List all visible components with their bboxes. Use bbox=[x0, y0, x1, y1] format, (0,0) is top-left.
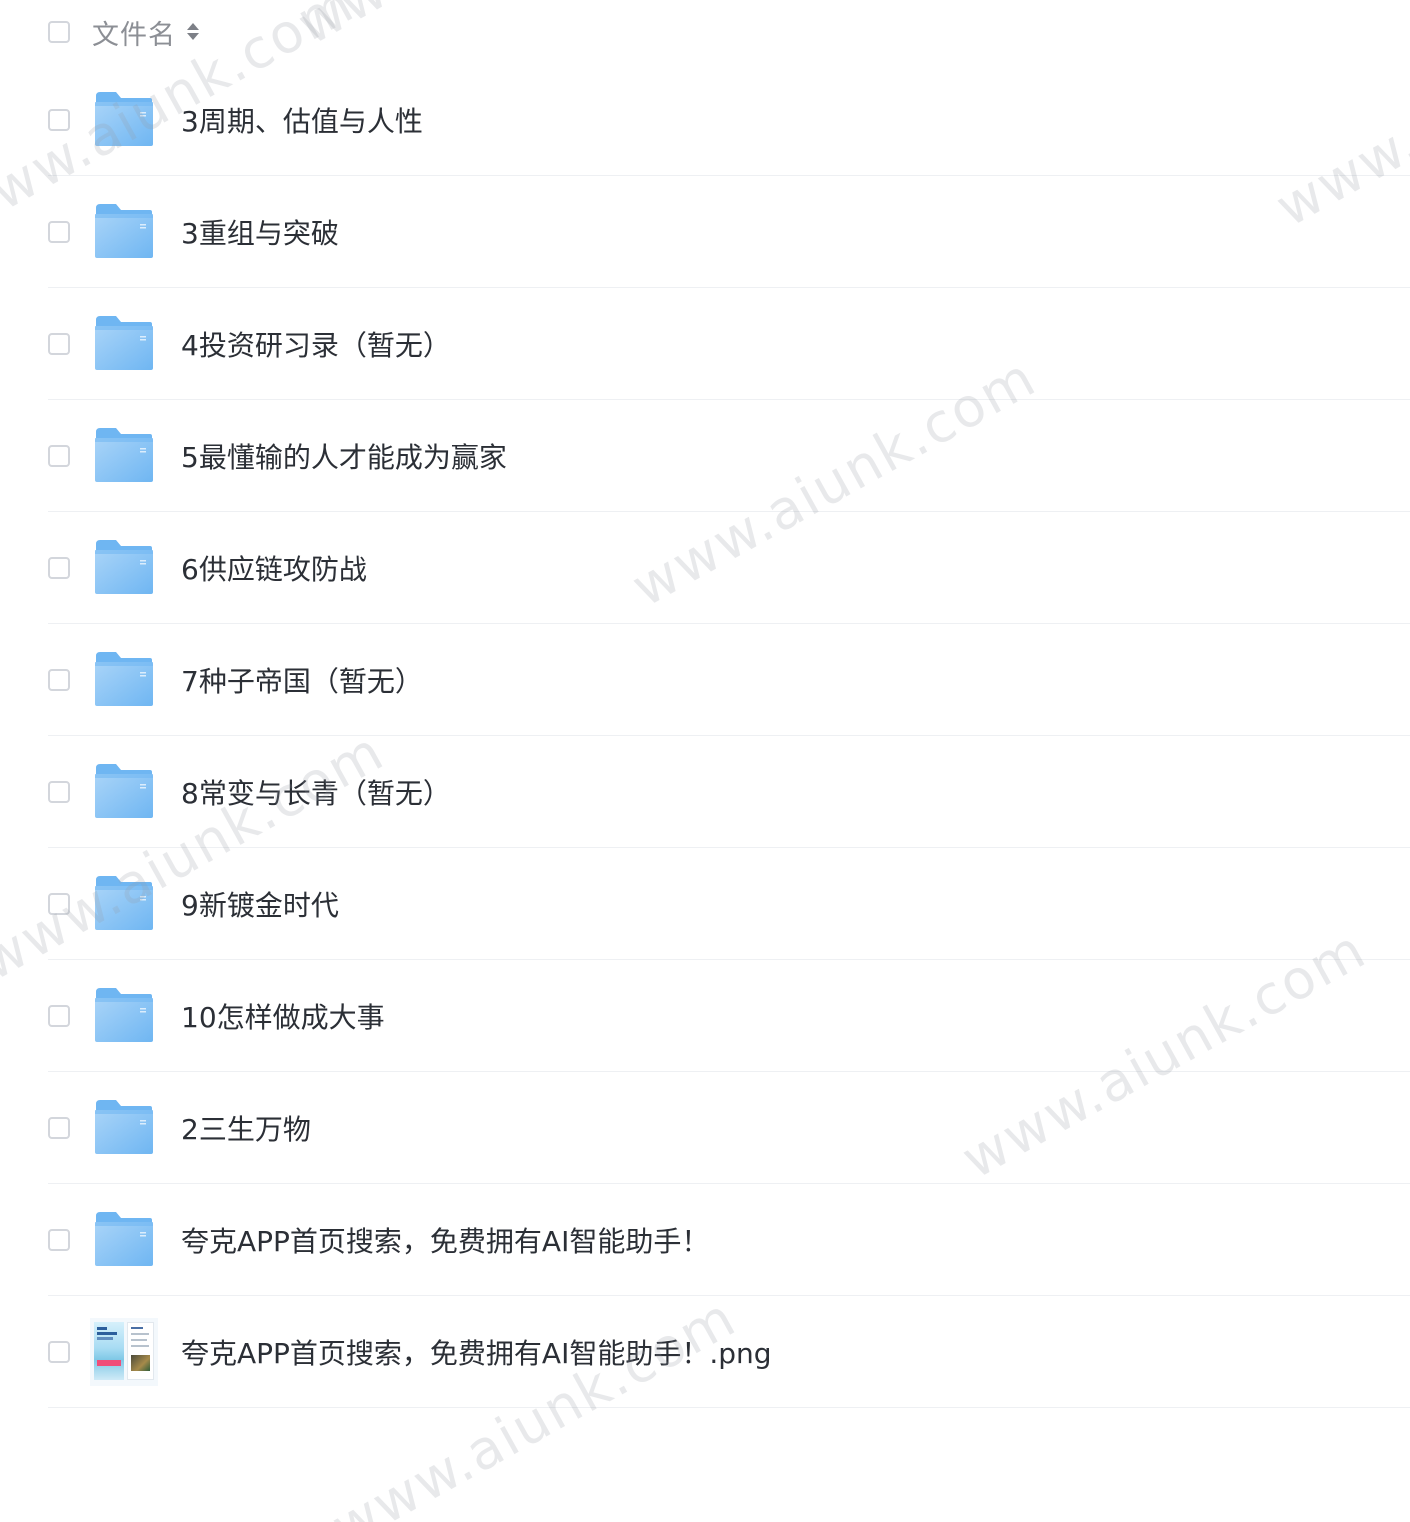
folder-name[interactable]: 6供应链攻防战 bbox=[181, 548, 367, 588]
file-row[interactable]: 夸克APP首页搜索，免费拥有AI智能助手！ bbox=[48, 1184, 1410, 1296]
file-list-page: 文件名 3周期、估值与人性 3重组与突破 4投资研习录（暂无） 5最懂输的人才能成为赢… bbox=[0, 0, 1410, 1522]
file-name[interactable]: 夸克APP首页搜索，免费拥有AI智能助手！.png bbox=[181, 1332, 772, 1372]
file-row[interactable]: 4投资研习录（暂无） bbox=[48, 288, 1410, 400]
file-row[interactable]: 5最懂输的人才能成为赢家 bbox=[48, 400, 1410, 512]
file-row[interactable]: 9新镀金时代 bbox=[48, 848, 1410, 960]
row-checkbox[interactable] bbox=[48, 780, 70, 803]
folder-icon bbox=[94, 648, 158, 712]
row-checkbox[interactable] bbox=[48, 1228, 70, 1251]
file-list: 3周期、估值与人性 3重组与突破 4投资研习录（暂无） 5最懂输的人才能成为赢家 6供应… bbox=[48, 64, 1410, 1408]
folder-name[interactable]: 3周期、估值与人性 bbox=[181, 100, 423, 140]
folder-name[interactable]: 7种子帝国（暂无） bbox=[181, 660, 423, 700]
folder-icon bbox=[94, 200, 158, 264]
file-row[interactable]: 2三生万物 bbox=[48, 1072, 1410, 1184]
row-checkbox[interactable] bbox=[48, 892, 70, 915]
folder-name[interactable]: 8常变与长青（暂无） bbox=[181, 772, 451, 812]
row-checkbox[interactable] bbox=[48, 668, 70, 691]
folder-name[interactable]: 夸克APP首页搜索，免费拥有AI智能助手！ bbox=[181, 1220, 709, 1260]
sort-icon[interactable] bbox=[186, 21, 200, 43]
image-thumbnail-icon bbox=[90, 1317, 158, 1386]
folder-name[interactable]: 3重组与突破 bbox=[181, 212, 339, 252]
folder-icon bbox=[94, 424, 158, 488]
select-all-checkbox[interactable] bbox=[48, 21, 70, 43]
folder-name[interactable]: 10怎样做成大事 bbox=[181, 996, 385, 1036]
row-checkbox[interactable] bbox=[48, 220, 70, 243]
file-row[interactable]: 7种子帝国（暂无） bbox=[48, 624, 1410, 736]
folder-name[interactable]: 4投资研习录（暂无） bbox=[181, 324, 451, 364]
file-row[interactable]: 10怎样做成大事 bbox=[48, 960, 1410, 1072]
row-checkbox[interactable] bbox=[48, 444, 70, 467]
folder-icon bbox=[94, 1208, 158, 1272]
folder-name[interactable]: 9新镀金时代 bbox=[181, 884, 339, 924]
file-row[interactable]: 8常变与长青（暂无） bbox=[48, 736, 1410, 848]
file-row[interactable]: 6供应链攻防战 bbox=[48, 512, 1410, 624]
file-list-header: 文件名 bbox=[48, 0, 1410, 64]
folder-name[interactable]: 5最懂输的人才能成为赢家 bbox=[181, 436, 507, 476]
row-checkbox[interactable] bbox=[48, 1004, 70, 1027]
row-checkbox[interactable] bbox=[48, 108, 70, 131]
folder-icon bbox=[94, 536, 158, 600]
file-row[interactable]: 夸克APP首页搜索，免费拥有AI智能助手！.png bbox=[48, 1296, 1410, 1408]
folder-icon bbox=[94, 1096, 158, 1160]
folder-icon bbox=[94, 88, 158, 152]
folder-icon bbox=[94, 872, 158, 936]
folder-icon bbox=[94, 984, 158, 1048]
folder-icon bbox=[94, 760, 158, 824]
row-checkbox[interactable] bbox=[48, 1340, 70, 1363]
filename-column-header[interactable]: 文件名 bbox=[92, 13, 176, 52]
file-row[interactable]: 3周期、估值与人性 bbox=[48, 64, 1410, 176]
file-row[interactable]: 3重组与突破 bbox=[48, 176, 1410, 288]
row-checkbox[interactable] bbox=[48, 332, 70, 355]
folder-icon bbox=[94, 312, 158, 376]
folder-name[interactable]: 2三生万物 bbox=[181, 1108, 311, 1148]
row-checkbox[interactable] bbox=[48, 556, 70, 579]
row-checkbox[interactable] bbox=[48, 1116, 70, 1139]
